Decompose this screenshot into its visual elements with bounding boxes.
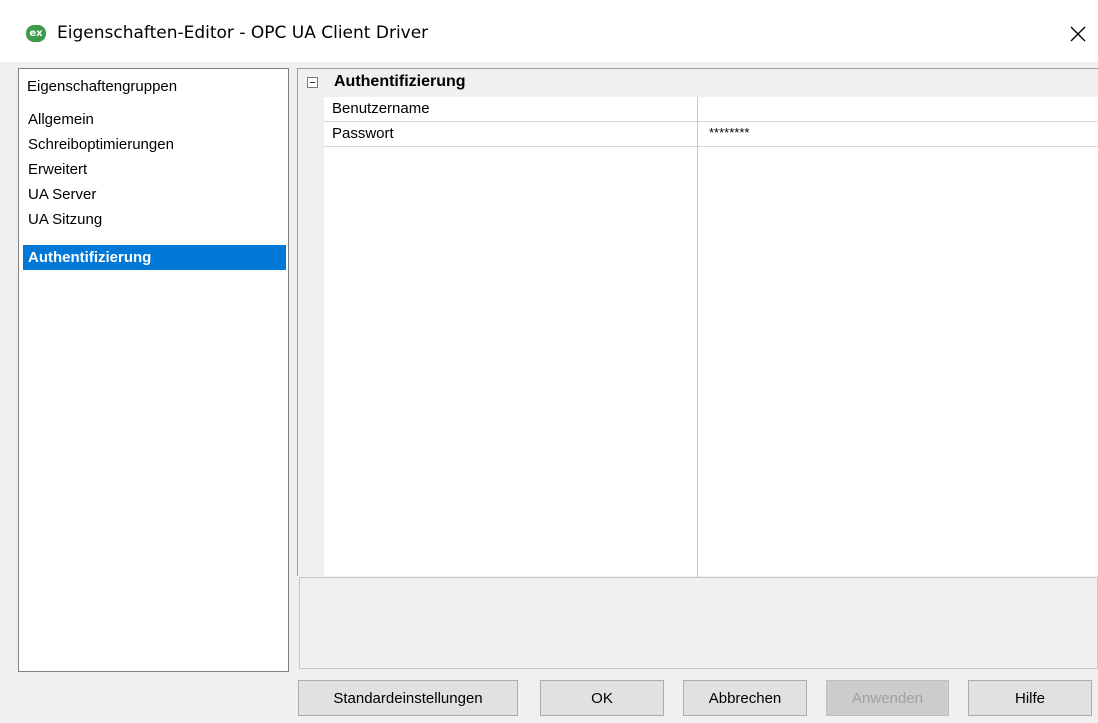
title-bar: ex Eigenschaften-Editor - OPC UA Client … <box>0 0 1098 62</box>
property-name: Passwort <box>332 125 394 142</box>
property-row-benutzername[interactable]: Benutzername <box>324 97 1098 122</box>
window-title: Eigenschaften-Editor - OPC UA Client Dri… <box>57 23 429 43</box>
grid-margin <box>298 69 324 576</box>
category-label: Authentifizierung <box>334 73 466 90</box>
cancel-button[interactable]: Abbrechen <box>683 680 807 716</box>
defaults-button[interactable]: Standardeinstellungen <box>298 680 518 716</box>
apply-button[interactable]: Anwenden <box>826 680 949 716</box>
properties-editor-window: ex Eigenschaften-Editor - OPC UA Client … <box>0 0 1098 723</box>
collapse-minus-icon[interactable] <box>307 77 318 88</box>
property-name: Benutzername <box>332 100 430 117</box>
property-description-box <box>299 577 1098 669</box>
close-icon <box>1070 26 1086 42</box>
group-item-authentifizierung[interactable]: Authentifizierung <box>23 245 286 270</box>
app-logo-icon: ex <box>26 25 46 42</box>
group-item-schreiboptimierungen[interactable]: Schreiboptimierungen <box>23 132 286 157</box>
group-item-ua-sitzung[interactable]: UA Sitzung <box>23 207 286 232</box>
ok-button[interactable]: OK <box>540 680 664 716</box>
group-item-erweitert[interactable]: Erweitert <box>23 157 286 182</box>
property-groups-header: Eigenschaftengruppen <box>27 78 178 95</box>
property-grid: Authentifizierung Benutzername Passwort … <box>297 68 1098 577</box>
property-row-passwort[interactable]: Passwort ******** <box>324 122 1098 147</box>
group-item-ua-server[interactable]: UA Server <box>23 182 286 207</box>
group-item-allgemein[interactable]: Allgemein <box>23 107 286 132</box>
category-row-authentifizierung: Authentifizierung <box>298 69 1098 97</box>
close-button[interactable] <box>1058 14 1098 54</box>
help-button[interactable]: Hilfe <box>968 680 1092 716</box>
property-value-passwort[interactable]: ******** <box>709 125 749 140</box>
property-groups-list: Eigenschaftengruppen Allgemein Schreibop… <box>18 68 289 672</box>
grid-column-splitter[interactable] <box>697 97 698 577</box>
